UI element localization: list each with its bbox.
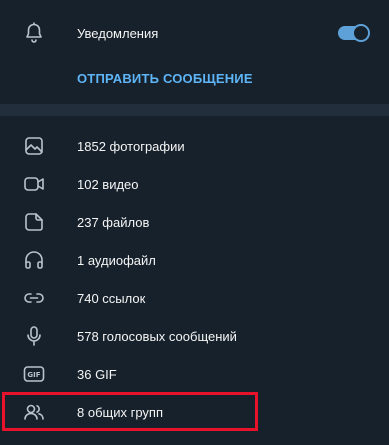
link-icon [21, 285, 47, 311]
media-row-gif[interactable]: GIF 36 GIF [0, 355, 389, 393]
media-row-links[interactable]: 740 ссылок [0, 279, 389, 317]
media-label-files: 237 файлов [77, 214, 150, 230]
media-label-links: 740 ссылок [77, 290, 146, 306]
svg-text:GIF: GIF [27, 371, 40, 379]
file-icon [21, 209, 47, 235]
toggle-knob [352, 24, 370, 42]
photo-icon [21, 133, 47, 159]
notifications-row[interactable]: Уведомления [0, 14, 389, 52]
section-divider [0, 104, 389, 116]
highlight-box [2, 392, 258, 431]
media-row-photos[interactable]: 1852 фотографии [0, 127, 389, 165]
notifications-toggle[interactable] [338, 24, 370, 42]
media-label-photos: 1852 фотографии [77, 138, 185, 154]
media-label-videos: 102 видео [77, 176, 139, 192]
video-icon [21, 171, 47, 197]
media-label-gif: 36 GIF [77, 366, 117, 382]
media-label-audio: 1 аудиофайл [77, 252, 156, 268]
notifications-section: Уведомления ОТПРАВИТЬ СООБЩЕНИЕ [0, 0, 389, 104]
bell-icon [21, 20, 47, 46]
media-row-videos[interactable]: 102 видео [0, 165, 389, 203]
media-label-voice: 578 голосовых сообщений [77, 328, 237, 344]
media-row-audio[interactable]: 1 аудиофайл [0, 241, 389, 279]
gif-icon: GIF [21, 361, 47, 387]
microphone-icon [21, 323, 47, 349]
send-message-link[interactable]: ОТПРАВИТЬ СООБЩЕНИЕ [77, 71, 253, 86]
notifications-label: Уведомления [77, 25, 159, 41]
media-row-files[interactable]: 237 файлов [0, 203, 389, 241]
headphones-icon [21, 247, 47, 273]
media-row-voice[interactable]: 578 голосовых сообщений [0, 317, 389, 355]
